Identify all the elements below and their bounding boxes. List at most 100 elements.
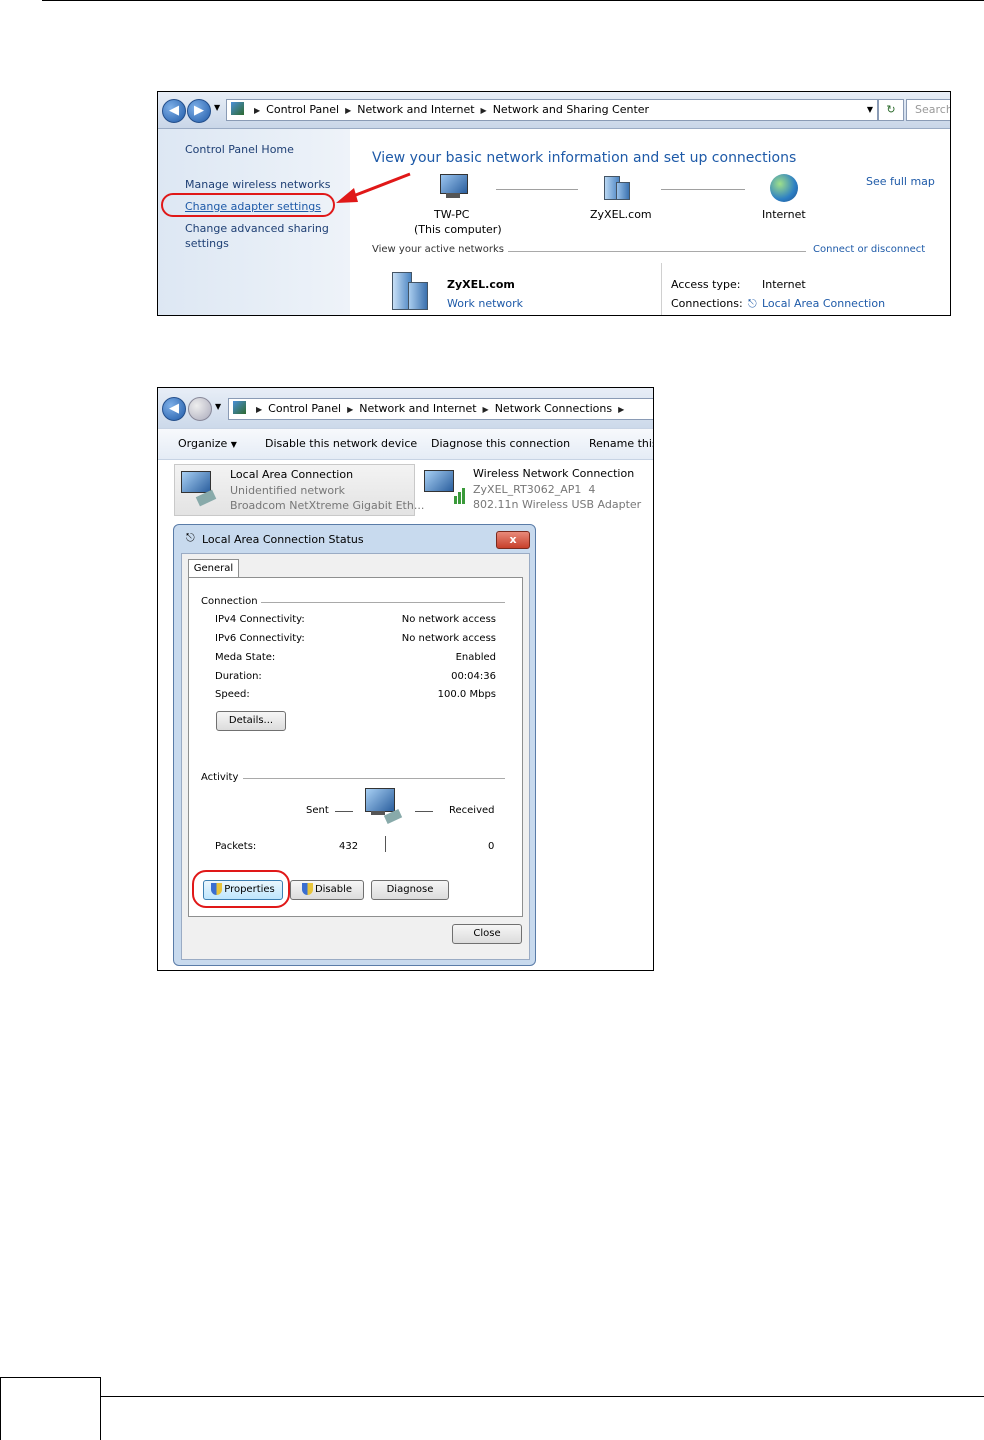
connect-disconnect-link[interactable]: Connect or disconnect [813,244,925,255]
disable-button[interactable]: Disable [290,880,364,900]
sent-line [335,811,353,812]
sidebar: Control Panel Home Manage wireless netwo… [158,129,350,315]
back-icon[interactable]: ◀ [162,397,186,421]
vertical-divider [661,263,662,315]
forward-icon[interactable]: ▶ [187,99,211,123]
breadcrumb-item[interactable]: Network and Sharing Center [493,103,649,116]
close-button[interactable]: Close [452,924,522,944]
map-internet-label[interactable]: Internet [762,208,806,221]
sidebar-item-change-sharing-line2[interactable]: settings [185,237,229,250]
adapter-tile-local[interactable]: Local Area Connection Unidentified netwo… [174,464,424,516]
adapter-device: Broadcom NetXtreme Gigabit Eth... [230,499,425,512]
network-sharing-center-screenshot: ◀ ▶ ▼ ▶ Control Panel ▶ Network and Interne… [157,91,951,316]
adapter-device: 802.11n Wireless USB Adapter [473,498,642,511]
received-label: Received [449,805,495,816]
rename-button[interactable]: Rename this [589,437,653,450]
refresh-icon[interactable]: ↻ [878,99,904,121]
packets-label: Packets: [215,841,257,852]
activity-group-label: Activity [201,772,239,783]
control-panel-icon [231,102,244,115]
breadcrumb-item[interactable]: Control Panel [266,103,339,116]
search-input[interactable]: Search [906,99,950,121]
crumb-arrow-icon: ▶ [347,405,354,414]
disable-device-button[interactable]: Disable this network device [265,437,417,450]
adapter-tile-wireless[interactable]: Wireless Network Connection ZyXEL_RT3062… [418,464,652,514]
breadcrumb[interactable]: ▶ Control Panel ▶ Network and Internet ▶ Netw… [226,99,878,121]
wireless-adapter-icon [424,470,468,506]
ipv6-value: No network access [401,633,496,644]
history-dropdown-icon[interactable]: ▼ [215,402,221,411]
address-bar-area: ◀ ▼ ▶ Control Panel ▶ Network and Internet ▶… [158,388,653,428]
network-activity-icon [365,788,405,832]
page-number-box [0,1377,101,1440]
sent-label: Sent [306,805,329,816]
red-arrow-icon [336,172,411,203]
received-line [415,811,433,812]
access-type-label: Access type: [671,278,741,291]
section-divider [508,251,806,252]
crumb-arrow-icon: ▶ [254,106,261,115]
crumb-arrow-icon: ▶ [345,106,352,115]
page-bottom-rule [100,1396,984,1397]
shield-icon [301,883,313,895]
details-button[interactable]: Details... [216,711,286,731]
duration-label: Duration: [215,671,262,682]
plug-icon: ⎋ [748,297,757,310]
breadcrumb-item[interactable]: Network and Internet [357,103,474,116]
diagnose-button[interactable]: Diagnose [371,880,449,900]
forward-icon[interactable] [188,397,212,421]
map-line [496,189,578,191]
adapter-status: ZyXEL_RT3062_AP1 4 [473,483,596,496]
breadcrumb[interactable]: ▶ Control Panel ▶ Network and Internet ▶ Netw… [228,398,653,420]
media-state-value: Enabled [455,652,496,663]
crumb-arrow-icon: ▶ [482,405,489,414]
packets-sent-value: 432 [339,841,359,852]
packets-divider [385,836,386,852]
network-type-link[interactable]: Work network [447,297,523,310]
media-state-label: Meda State: [215,652,276,663]
network-connections-screenshot: ◀ ▼ ▶ Control Panel ▶ Network and Internet ▶… [157,387,654,971]
sidebar-item-change-sharing[interactable]: Change advanced sharing [185,222,329,235]
packets-received-value: 0 [488,841,495,852]
sidebar-item-manage-wireless[interactable]: Manage wireless networks [185,178,330,191]
local-area-connection-link[interactable]: Local Area Connection [762,297,885,310]
command-bar: Organize ▼ Disable this network device D… [158,428,653,460]
page-top-rule [42,0,984,1]
breadcrumb-item[interactable]: Control Panel [268,402,341,415]
close-icon[interactable]: x [496,531,530,549]
organize-label: Organize [178,437,228,450]
address-bar-area: ◀ ▶ ▼ ▶ Control Panel ▶ Network and Interne… [158,92,950,129]
adapter-status: Unidentified network [230,484,346,497]
active-networks-label: View your active networks [372,244,504,255]
crumb-arrow-icon: ▶ [256,405,263,414]
highlight-ring [161,193,335,217]
address-dropdown-icon[interactable]: ▼ [867,100,873,120]
duration-value: 00:04:36 [451,671,496,682]
group-divider [261,602,505,603]
adapter-name: Local Area Connection [230,468,354,481]
see-full-map-link[interactable]: See full map [866,175,935,188]
organize-menu[interactable]: Organize ▼ [178,437,237,450]
ipv6-label: IPv6 Connectivity: [215,633,305,644]
control-panel-icon [233,401,246,414]
breadcrumb-item[interactable]: Network Connections [495,402,612,415]
speed-label: Speed: [215,689,250,700]
connections-label: Connections: [671,297,743,310]
network-icon [600,176,634,200]
globe-icon [770,174,798,202]
speed-value: 100.0 Mbps [437,689,496,700]
dialog-body: General Connection IPv4 Connectivity: No… [181,553,530,960]
map-pc-name[interactable]: TW-PC [434,208,469,221]
dialog-titlebar[interactable]: ⎋ Local Area Connection Status x [174,525,535,553]
back-icon[interactable]: ◀ [162,99,186,123]
status-dialog: ⎋ Local Area Connection Status x General… [173,524,536,966]
sidebar-item-home[interactable]: Control Panel Home [185,143,294,156]
dialog-title: Local Area Connection Status [202,533,364,546]
map-pc-sub: (This computer) [414,223,502,236]
history-dropdown-icon[interactable]: ▼ [214,103,220,112]
tab-general[interactable]: General [188,559,239,578]
map-network-name[interactable]: ZyXEL.com [590,208,652,221]
crumb-arrow-icon: ▶ [480,106,487,115]
breadcrumb-item[interactable]: Network and Internet [359,402,476,415]
diagnose-connection-button[interactable]: Diagnose this connection [431,437,570,450]
